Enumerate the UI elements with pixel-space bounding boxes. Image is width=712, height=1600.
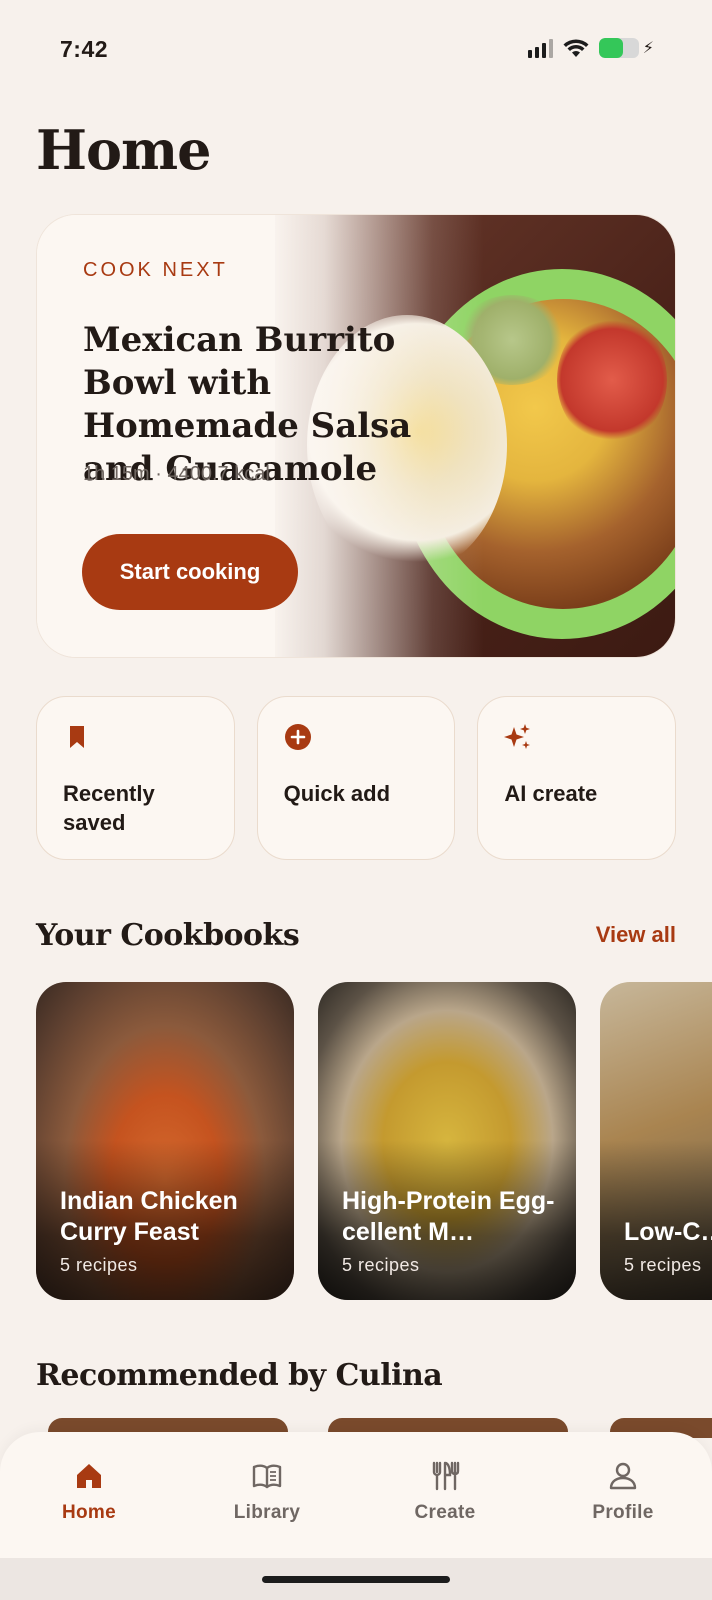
nav-label: Profile	[592, 1502, 654, 1523]
nav-profile[interactable]: Profile	[534, 1432, 712, 1558]
view-all-link[interactable]: View all	[596, 922, 676, 948]
cookbook-card[interactable]: Low-C… Indian 5 recipes	[600, 982, 712, 1300]
cookbook-count: 5 recipes	[342, 1255, 420, 1275]
home-icon	[77, 1464, 101, 1488]
cookbook-card[interactable]: High-Protein Egg-cellent M… 5 recipes	[318, 982, 576, 1300]
wifi-icon	[563, 39, 589, 57]
quick-actions: Recently saved Quick add AI create	[36, 696, 677, 860]
plus-circle-icon	[284, 724, 311, 750]
nav-label: Create	[414, 1502, 476, 1523]
action-label: Recently saved	[63, 781, 155, 835]
cook-next-label: COOK NEXT	[83, 259, 228, 281]
cookbook-name: Low-C… Indian	[624, 1218, 712, 1246]
cookbook-name: High-Protein Egg-cellent M…	[342, 1187, 555, 1246]
recently-saved-button[interactable]: Recently saved	[36, 696, 235, 860]
status-bar: 7:42 ⚡	[0, 0, 712, 100]
cook-next-card[interactable]: COOK NEXT Mexican Burrito Bowl with Home…	[36, 214, 676, 658]
home-indicator[interactable]	[262, 1576, 450, 1583]
action-label: AI create	[504, 781, 598, 806]
battery-icon	[598, 38, 639, 58]
cellular-signal-icon	[527, 38, 553, 58]
book-icon	[252, 1464, 282, 1489]
ai-create-button[interactable]: AI create	[477, 696, 677, 860]
cookbook-count: 5 recipes	[624, 1255, 702, 1275]
nav-label: Home	[62, 1502, 116, 1523]
utensils-icon	[432, 1461, 460, 1491]
start-cooking-button[interactable]: Start cooking	[82, 534, 298, 610]
cookbooks-heading: Your Cookbooks	[36, 918, 300, 953]
quick-add-button[interactable]: Quick add	[256, 696, 456, 860]
nav-label: Library	[233, 1502, 301, 1523]
person-icon	[609, 1462, 637, 1490]
sparkles-icon	[504, 724, 531, 749]
bookmark-icon	[70, 726, 84, 748]
status-icons: ⚡	[527, 38, 654, 58]
cookbook-name: Indian Chicken Curry Feast	[60, 1187, 238, 1246]
cookbooks-carousel[interactable]: Indian Chicken Curry Feast 5 recipes Hig…	[36, 982, 712, 1302]
nav-create[interactable]: Create	[356, 1432, 534, 1558]
charging-icon: ⚡	[642, 40, 654, 57]
recipe-meta: 1h 15m · 4400.7 kcal	[83, 463, 270, 485]
action-label: Quick add	[283, 781, 391, 806]
nav-home[interactable]: Home	[0, 1432, 178, 1558]
page-title: Home	[36, 118, 212, 182]
cookbook-card[interactable]: Indian Chicken Curry Feast 5 recipes	[36, 982, 294, 1300]
recommended-heading: Recommended by Culina	[36, 1358, 443, 1393]
bottom-nav: Home Library Create Profile	[0, 1432, 712, 1558]
cookbook-count: 5 recipes	[60, 1255, 138, 1275]
nav-library[interactable]: Library	[178, 1432, 356, 1558]
status-time: 7:42	[60, 36, 109, 62]
